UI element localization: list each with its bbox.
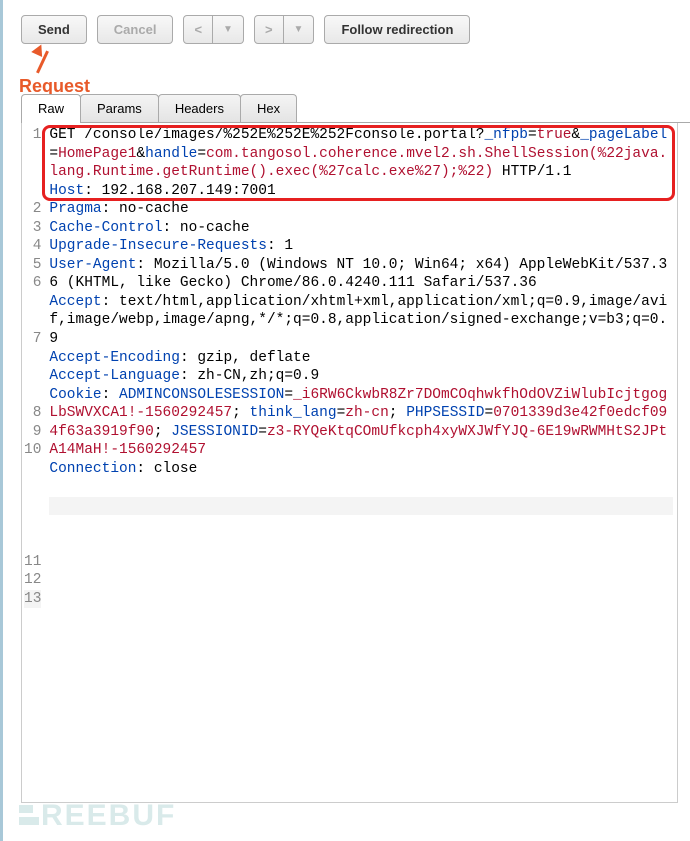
prev-button[interactable]: < (183, 15, 213, 44)
line-gutter: 1 2 3 4 5 6 7 8 9 10 11 12 13 (22, 123, 45, 802)
line-number: 2 (24, 200, 41, 219)
line-number: 5 (24, 256, 41, 275)
line-number: 9 (24, 423, 41, 442)
line-number: 8 (24, 404, 41, 423)
line-number: 12 (24, 571, 41, 590)
header-cache-control: Cache-Control: no-cache (49, 219, 673, 238)
prev-dropdown[interactable]: ▼ (213, 15, 244, 44)
line-number: 10 (24, 441, 41, 460)
line-number: 3 (24, 219, 41, 238)
prev-button-group: < ▼ (183, 15, 244, 44)
header-accept-encoding: Accept-Encoding: gzip, deflate (49, 349, 673, 368)
tab-params[interactable]: Params (80, 94, 159, 122)
header-connection: Connection: close (49, 460, 673, 479)
empty-line (49, 478, 673, 497)
toolbar: Send Cancel < ▼ > ▼ Follow redirection (3, 0, 690, 54)
line-number: 11 (24, 553, 41, 572)
header-pragma: Pragma: no-cache (49, 200, 673, 219)
line-number: 1 (24, 126, 41, 145)
header-cookie: Cookie: ADMINCONSOLESESSION=_i6RW6CkwbR8… (49, 386, 673, 460)
follow-redirection-button[interactable]: Follow redirection (324, 15, 470, 44)
request-editor[interactable]: 1 2 3 4 5 6 7 8 9 10 11 12 13 GET /conso… (21, 123, 678, 803)
header-accept: Accept: text/html,application/xhtml+xml,… (49, 293, 673, 349)
next-button[interactable]: > (254, 15, 284, 44)
tab-hex[interactable]: Hex (240, 94, 297, 122)
code-content[interactable]: GET /console/images/%252E%252E%252Fconso… (45, 123, 677, 802)
request-tabs: Raw Params Headers Hex (21, 94, 690, 123)
line-number: 7 (24, 330, 41, 349)
header-upgrade-insecure: Upgrade-Insecure-Requests: 1 (49, 237, 673, 256)
tab-raw[interactable]: Raw (21, 94, 81, 122)
tab-headers[interactable]: Headers (158, 94, 241, 122)
watermark: REEBUF (19, 799, 176, 833)
request-line: GET /console/images/%252E%252E%252Fconso… (49, 126, 673, 182)
line-number: 6 (24, 274, 41, 293)
cancel-button[interactable]: Cancel (97, 15, 174, 44)
line-number: 4 (24, 237, 41, 256)
cursor-line (49, 497, 673, 516)
send-button[interactable]: Send (21, 15, 87, 44)
next-dropdown[interactable]: ▼ (284, 15, 315, 44)
header-accept-language: Accept-Language: zh-CN,zh;q=0.9 (49, 367, 673, 386)
line-number: 13 (24, 590, 41, 609)
header-host: Host: 192.168.207.149:7001 (49, 182, 673, 201)
header-user-agent: User-Agent: Mozilla/5.0 (Windows NT 10.0… (49, 256, 673, 293)
next-button-group: > ▼ (254, 15, 315, 44)
